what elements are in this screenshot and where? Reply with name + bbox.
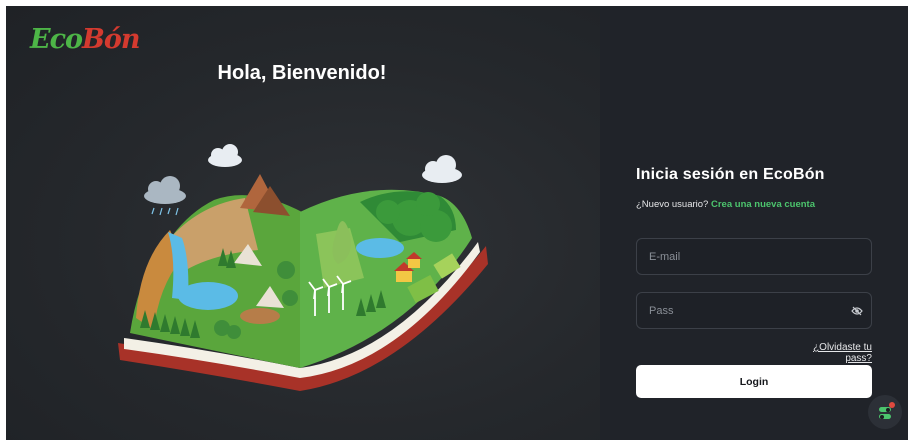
logo-text-main: Eco [30,24,83,55]
cloud-icon [208,144,242,167]
create-account-link[interactable]: Crea una nueva cuenta [711,199,815,210]
new-user-text: ¿Nuevo usuario? [636,199,709,210]
settings-toggle-icon[interactable] [868,395,902,429]
login-panel: Inicia sesión en EcoBón ¿Nuevo usuario? … [600,6,908,440]
login-title: Inicia sesión en EcoBón [636,166,825,183]
ecobon-logo: EcoBón [30,24,141,55]
welcome-panel: EcoBón Hola, Bienvenido! [6,6,600,440]
signup-prompt: ¿Nuevo usuario? Crea una nueva cuenta [636,199,815,210]
logo-text-accent: Bón [82,24,140,55]
rain-cloud-icon [144,176,186,216]
eye-slash-icon[interactable] [851,306,863,316]
open-book-landscape-illustration [118,144,488,391]
login-button[interactable]: Login [636,365,872,398]
forgot-password-link[interactable]: ¿Olvidaste tu pass? [786,342,872,364]
welcome-heading: Hola, Bienvenido! [217,62,387,84]
notification-dot [889,402,895,408]
app-frame: EcoBón Hola, Bienvenido! Inicia sesión e… [6,6,908,440]
password-field[interactable] [636,292,872,329]
cloud-icon [422,155,462,183]
email-field[interactable] [636,238,872,275]
